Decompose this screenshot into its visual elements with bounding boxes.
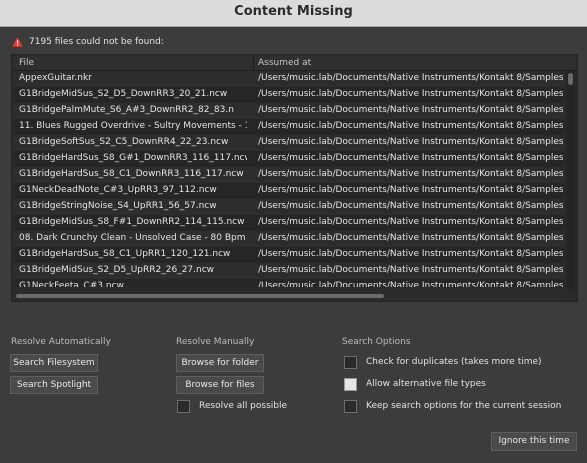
keep-options-option[interactable]: Keep search options for the current sess… — [344, 398, 561, 414]
assumed-path-cell: /Users/music.lab/Documents/Native Instru… — [258, 89, 563, 99]
assumed-path-cell: /Users/music.lab/Documents/Native Instru… — [258, 105, 563, 115]
vertical-scrollbar[interactable] — [566, 71, 575, 289]
file-name-cell: G1BridgeHardSus_S8_G#1_DownRR3_116_117.n… — [19, 153, 247, 163]
window-titlebar: Content Missing — [0, 0, 587, 27]
assumed-path-cell: /Users/music.lab/Documents/Native Instru… — [258, 121, 563, 131]
missing-files-notice: 7195 files could not be found: — [12, 35, 164, 49]
table-row[interactable]: G1BridgeMidSus_S2_D5_UpRR2_26_27.ncw/Use… — [13, 263, 565, 279]
table-row[interactable]: G1NeckDeadNote_C#3_UpRR3_97_112.ncw/User… — [13, 183, 565, 199]
horizontal-scroll-thumb[interactable] — [16, 294, 384, 298]
warning-icon — [12, 37, 23, 47]
assumed-path-cell: /Users/music.lab/Documents/Native Instru… — [258, 185, 563, 195]
table-row[interactable]: G1BridgeSoftSus_S2_C5_DownRR4_22_23.ncw /… — [13, 135, 565, 151]
resolve-all-option[interactable]: Resolve all possible — [177, 398, 287, 414]
browse-files-button[interactable]: Browse for files — [176, 376, 264, 394]
file-name-cell: G1BridgeMidSus_S2_D5_UpRR2_26_27.ncw — [19, 265, 215, 275]
assumed-path-cell: /Users/music.lab/Documents/Native Instru… — [258, 217, 563, 227]
assumed-path-cell: /Users/music.lab/Documents/Native Instru… — [258, 249, 563, 259]
assumed-path-cell: /Users/music.lab/Documents/Native Instru… — [258, 201, 563, 211]
assumed-path-cell: /Users/music.lab/Documents/Native Instru… — [258, 137, 563, 147]
horizontal-scrollbar[interactable] — [13, 291, 565, 300]
table-row[interactable]: G1BridgePalmMute_S6_A#3_DownRR2_82_83.n /… — [13, 103, 565, 119]
file-name-cell: 08. Dark Crunchy Clean - Unsolved Case -… — [19, 233, 246, 243]
resolve-manually-label: Resolve Manually — [176, 337, 255, 347]
file-name-cell: AppexGuitar.nkr — [19, 73, 92, 83]
table-row[interactable]: G1BridgeMidSus_S2_D5_DownRR3_20_21.ncw/U… — [13, 87, 565, 103]
search-options-label: Search Options — [342, 337, 411, 347]
resolve-automatically-label: Resolve Automatically — [11, 337, 111, 347]
allow-alternative-label: Allow alternative file types — [366, 379, 486, 389]
file-name-cell: G1BridgeHardSus_S8_C1_UpRR1_120_121.ncw — [19, 249, 231, 259]
file-name-cell: G1BridgeHardSus_S8_C1_DownRR3_116_117.nc… — [19, 169, 244, 179]
file-name-cell: G1NeckDeadNote_C#3_UpRR3_97_112.ncw — [19, 185, 217, 195]
table-body: AppexGuitar.nkr/Users/music.lab/Document… — [13, 71, 565, 287]
file-name-cell: G1BridgePalmMute_S6_A#3_DownRR2_82_83.n — [19, 105, 234, 115]
resolve-all-checkbox[interactable] — [177, 399, 190, 413]
assumed-path-cell: /Users/music.lab/Documents/Native Instru… — [258, 73, 563, 83]
resolve-all-label: Resolve all possible — [199, 401, 288, 411]
keep-options-label: Keep search options for the current sess… — [366, 401, 562, 411]
assumed-path-cell: /Users/music.lab/Documents/Native Instru… — [258, 169, 563, 179]
search-filesystem-button[interactable]: Search Filesystem — [10, 354, 98, 372]
file-name-cell: G1BridgeMidSus_S2_D5_DownRR3_20_21.ncw — [19, 89, 228, 99]
assumed-path-cell: /Users/music.lab/Documents/Native Instru… — [258, 233, 563, 243]
vertical-scroll-thumb[interactable] — [568, 73, 573, 85]
check-duplicates-checkbox[interactable] — [344, 355, 357, 369]
assumed-path-cell: /Users/music.lab/Documents/Native Instru… — [258, 153, 563, 163]
allow-alternative-option[interactable]: Allow alternative file types — [344, 376, 486, 392]
table-row[interactable]: G1BridgeMidSus_S8_F#1_DownRR2_114_115.nc… — [13, 215, 565, 231]
file-name-cell: G1BridgeSoftSus_S2_C5_DownRR4_22_23.ncw — [19, 137, 229, 147]
assumed-path-cell: /Users/music.lab/Documents/Native Instru… — [258, 281, 563, 287]
table-row[interactable]: 08. Dark Crunchy Clean - Unsolved Case -… — [13, 231, 565, 247]
window-title: Content Missing — [234, 4, 353, 19]
allow-alternative-checkbox[interactable] — [344, 377, 357, 391]
table-row[interactable]: G1BridgeHardSus_S8_G#1_DownRR3_116_117.n… — [13, 151, 565, 167]
file-name-cell: G1BridgeStringNoise_S4_UpRR1_56_57.ncw — [19, 201, 217, 211]
table-row[interactable]: G1NeckFeeta_C#3.ncw/Users/music.lab/Docu… — [13, 279, 565, 287]
table-row[interactable]: G1BridgeStringNoise_S4_UpRR1_56_57.ncw/U… — [13, 199, 565, 215]
column-header-assumed-at[interactable]: Assumed at — [258, 58, 311, 68]
browse-folder-button[interactable]: Browse for folder — [176, 354, 264, 372]
missing-files-table: File Assumed at AppexGuitar.nkr/Users/mu… — [11, 54, 578, 302]
table-row[interactable]: AppexGuitar.nkr/Users/music.lab/Document… — [13, 71, 565, 87]
check-duplicates-label: Check for duplicates (takes more time) — [366, 357, 542, 367]
table-row[interactable]: 11. Blues Rugged Overdrive - Sultry Move… — [13, 119, 565, 135]
check-duplicates-option[interactable]: Check for duplicates (takes more time) — [344, 354, 542, 370]
table-header: File Assumed at — [13, 56, 576, 71]
column-divider[interactable] — [253, 56, 254, 70]
ignore-this-time-button[interactable]: Ignore this time — [491, 432, 577, 451]
table-row[interactable]: G1BridgeHardSus_S8_C1_DownRR3_116_117.nc… — [13, 167, 565, 183]
search-spotlight-button[interactable]: Search Spotlight — [10, 376, 98, 394]
table-row[interactable]: G1BridgeHardSus_S8_C1_UpRR1_120_121.ncw /… — [13, 247, 565, 263]
file-name-cell: 11. Blues Rugged Overdrive - Sultry Move… — [19, 121, 247, 131]
keep-options-checkbox[interactable] — [344, 399, 357, 413]
column-header-file[interactable]: File — [19, 58, 34, 68]
file-name-cell: G1NeckFeeta_C#3.ncw — [19, 281, 124, 287]
assumed-path-cell: /Users/music.lab/Documents/Native Instru… — [258, 265, 563, 275]
missing-files-count: 7195 files could not be found: — [29, 37, 164, 47]
file-name-cell: G1BridgeMidSus_S8_F#1_DownRR2_114_115.nc… — [19, 217, 245, 227]
